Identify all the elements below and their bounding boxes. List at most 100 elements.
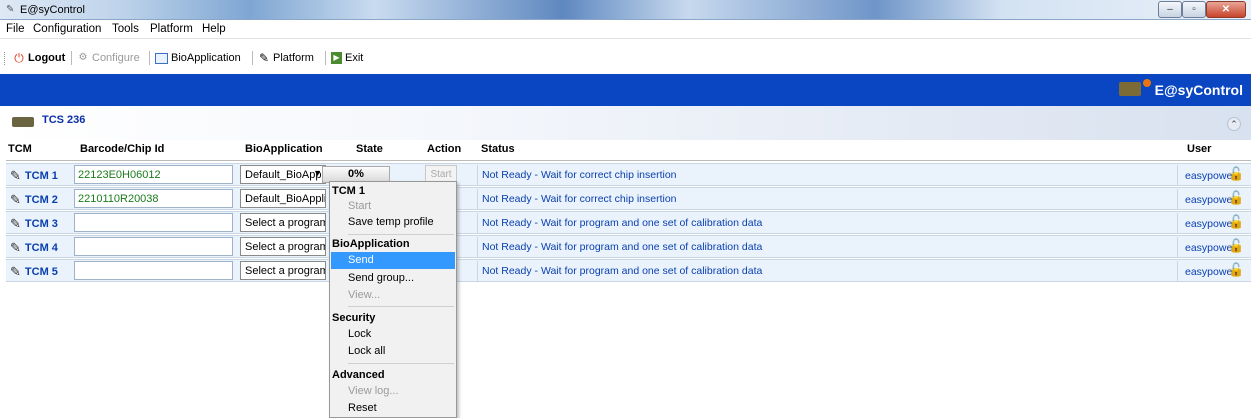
menu-item-view[interactable]: View... bbox=[348, 289, 380, 301]
unlock-icon[interactable]: 🔓 bbox=[1228, 238, 1244, 256]
status-text: Not Ready - Wait for program and one set… bbox=[477, 261, 1178, 282]
menu-configuration[interactable]: Configuration bbox=[33, 23, 101, 35]
toolbar-separator bbox=[149, 51, 150, 65]
tcm-name: TCM 3 bbox=[24, 217, 58, 230]
user-name: easypower bbox=[1185, 266, 1236, 278]
menu-header-security: Security bbox=[332, 312, 376, 324]
menu-tools[interactable]: Tools bbox=[112, 23, 139, 35]
menu-item-send[interactable]: Send bbox=[331, 252, 455, 269]
header-user: User bbox=[1187, 143, 1212, 155]
user-name: easypower bbox=[1185, 242, 1236, 254]
collapse-icon[interactable]: ⌃ bbox=[1227, 117, 1241, 131]
exit-label: Exit bbox=[345, 52, 364, 64]
status-light-icon bbox=[1143, 79, 1151, 87]
bioapplication-select[interactable]: Default_BioApplica ▼ bbox=[240, 165, 326, 184]
menu-item-lock-all[interactable]: Lock all bbox=[348, 345, 385, 357]
bioapplication-value: Select a program bbox=[245, 265, 326, 277]
bioapplication-value: Select a program bbox=[245, 241, 326, 253]
header-action: Action bbox=[427, 143, 462, 155]
tcm-cell[interactable]: ✎ TCM 1 bbox=[6, 165, 76, 186]
pencil-icon: ✎ bbox=[10, 215, 21, 231]
pencil-icon: ✎ bbox=[10, 239, 21, 255]
configure-button[interactable]: ⚙ Configure bbox=[77, 52, 140, 64]
bioapplication-button[interactable]: BioApplication bbox=[155, 52, 241, 64]
bioapplication-label: BioApplication bbox=[171, 52, 241, 64]
unlock-icon[interactable]: 🔓 bbox=[1228, 166, 1244, 184]
toolbar-separator bbox=[71, 51, 72, 65]
barcode-input[interactable]: 2210110R20038 bbox=[74, 189, 233, 208]
bioapplication-select[interactable]: Select a program bbox=[240, 213, 326, 232]
menu-file[interactable]: File bbox=[6, 23, 25, 35]
context-menu: TCM 1 Start Save temp profile BioApplica… bbox=[329, 181, 457, 418]
toolbar-separator bbox=[325, 51, 326, 65]
close-button[interactable]: ✕ bbox=[1206, 1, 1246, 18]
status-text: Not Ready - Wait for correct chip insert… bbox=[477, 189, 1178, 210]
exit-button[interactable]: ▶ Exit bbox=[331, 52, 363, 64]
exit-icon: ▶ bbox=[331, 52, 342, 64]
menu-header-tcm: TCM 1 bbox=[332, 185, 365, 197]
menu-item-send-group[interactable]: Send group... bbox=[348, 272, 414, 284]
menu-item-view-log[interactable]: View log... bbox=[348, 385, 399, 397]
tcm-name: TCM 4 bbox=[24, 241, 58, 254]
menu-platform[interactable]: Platform bbox=[150, 23, 193, 35]
table-row: ✎ TCM 1 22123E0H06012 Default_BioApplica… bbox=[6, 163, 1251, 186]
platform-label: Platform bbox=[273, 52, 314, 64]
unlock-icon[interactable]: 🔓 bbox=[1228, 214, 1244, 232]
chevron-down-icon: ▼ bbox=[313, 168, 322, 178]
menu-bar: File Configuration Tools Platform Help bbox=[0, 20, 1251, 39]
tcm-cell[interactable]: ✎ TCM 4 bbox=[6, 237, 76, 258]
menu-separator bbox=[348, 234, 454, 235]
menu-item-send-label: Send bbox=[348, 254, 374, 266]
bioapplication-value: Select a program bbox=[245, 217, 326, 229]
tcm-name: TCM 5 bbox=[24, 265, 58, 278]
header-barcode: Barcode/Chip Id bbox=[80, 143, 165, 155]
platform-button[interactable]: ✎ Platform bbox=[258, 52, 314, 64]
menu-item-lock[interactable]: Lock bbox=[348, 328, 371, 340]
status-text: Not Ready - Wait for program and one set… bbox=[477, 237, 1178, 258]
barcode-input[interactable] bbox=[74, 261, 233, 280]
tcm-cell[interactable]: ✎ TCM 3 bbox=[6, 213, 76, 234]
tcm-cell[interactable]: ✎ TCM 2 bbox=[6, 189, 76, 210]
menu-header-bioapplication: BioApplication bbox=[332, 238, 410, 250]
bioapplication-select[interactable]: Select a program bbox=[240, 261, 326, 280]
menu-help[interactable]: Help bbox=[202, 23, 226, 35]
status-text: Not Ready - Wait for correct chip insert… bbox=[477, 165, 1178, 186]
configure-label: Configure bbox=[92, 52, 140, 64]
unlock-icon[interactable]: 🔓 bbox=[1228, 262, 1244, 280]
user-name: easypower bbox=[1185, 170, 1236, 182]
minimize-button[interactable]: – bbox=[1158, 1, 1182, 18]
configure-icon: ⚙ bbox=[78, 52, 88, 63]
window-title: E@syControl bbox=[20, 4, 85, 16]
unlock-icon[interactable]: 🔓 bbox=[1228, 190, 1244, 208]
toolbar-separator bbox=[252, 51, 253, 65]
table-row: ✎ TCM 2 2210110R20038 Default_BioApplica… bbox=[6, 187, 1251, 210]
table-row: ✎ TCM 3 Select a program Not Ready - Wai… bbox=[6, 211, 1251, 234]
menu-item-start[interactable]: Start bbox=[348, 200, 371, 212]
brand-banner: E@syControl bbox=[0, 74, 1251, 106]
menu-item-save-temp-profile[interactable]: Save temp profile bbox=[348, 216, 434, 228]
maximize-button[interactable]: ▫ bbox=[1182, 1, 1206, 18]
bioapplication-select[interactable]: Select a program bbox=[240, 237, 326, 256]
tcm-cell[interactable]: ✎ TCM 5 bbox=[6, 261, 76, 282]
header-state: State bbox=[356, 143, 383, 155]
tcm-name: TCM 2 bbox=[24, 193, 58, 206]
table-row: ✎ TCM 5 Select a program Not Ready - Wai… bbox=[6, 259, 1251, 282]
window-titlebar: ✎ E@syControl – ▫ ✕ bbox=[0, 0, 1251, 20]
menu-separator bbox=[348, 306, 454, 307]
barcode-input[interactable] bbox=[74, 237, 233, 256]
bioapplication-select[interactable]: Default_BioApplica bbox=[240, 189, 326, 208]
user-name: easypower bbox=[1185, 194, 1236, 206]
brand-label: E@syControl bbox=[1154, 82, 1243, 98]
logout-label: Logout bbox=[28, 52, 66, 64]
menu-item-reset[interactable]: Reset bbox=[348, 402, 377, 414]
barcode-input[interactable] bbox=[74, 213, 233, 232]
toolbar: ⏻ Logout ⚙ Configure BioApplication ✎ Pl… bbox=[0, 39, 1251, 74]
app-icon: ✎ bbox=[6, 4, 15, 15]
power-icon: ⏻ bbox=[14, 51, 24, 65]
barcode-input[interactable]: 22123E0H06012 bbox=[74, 165, 233, 184]
header-bioapplication: BioApplication bbox=[245, 143, 323, 155]
logout-button[interactable]: ⏻ Logout bbox=[13, 52, 65, 64]
menu-separator bbox=[348, 363, 454, 364]
header-tcm: TCM bbox=[8, 143, 32, 155]
header-status: Status bbox=[481, 143, 515, 155]
